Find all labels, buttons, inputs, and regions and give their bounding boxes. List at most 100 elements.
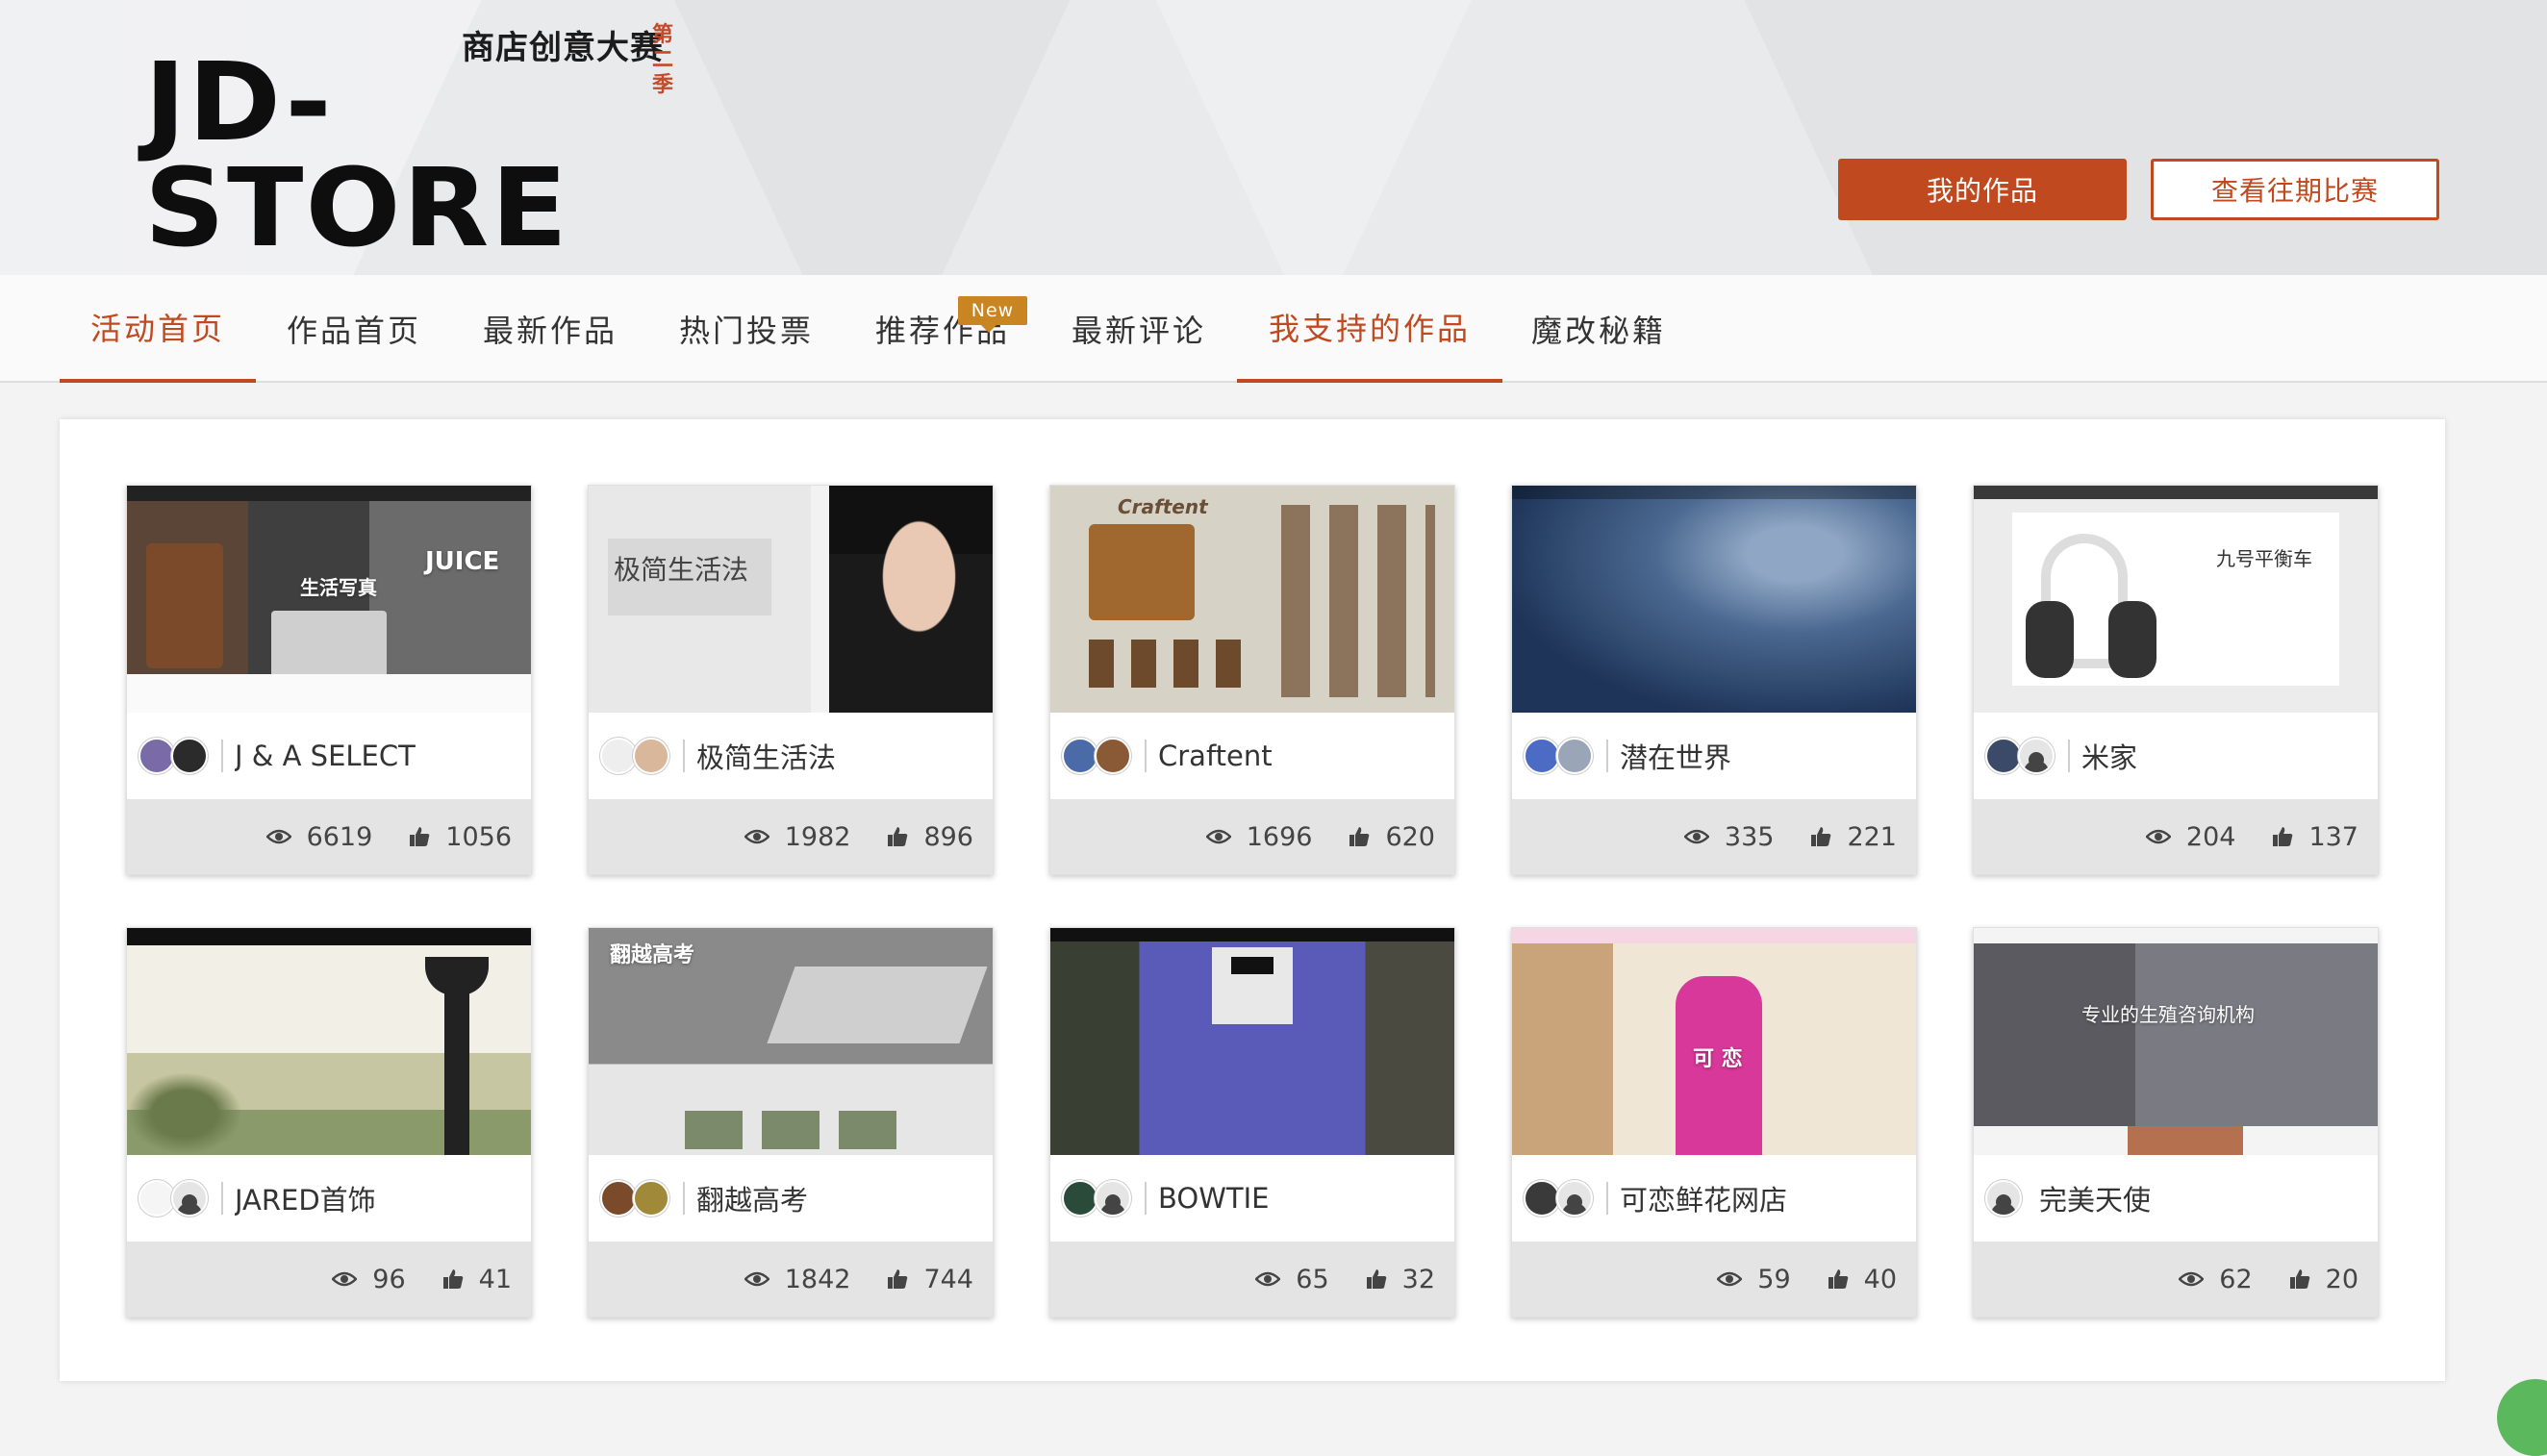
card-meta: 翻越高考 [589, 1155, 993, 1242]
like-count-value: 137 [2308, 821, 2358, 852]
avatar[interactable] [633, 738, 669, 774]
thumb-caption-2: JUICE [425, 547, 500, 576]
work-title[interactable]: 潜在世界 [1620, 736, 1731, 776]
like-count[interactable]: 137 [2272, 822, 2358, 852]
like-count[interactable]: 32 [1366, 1265, 1435, 1294]
work-thumbnail[interactable]: 翻越高考 [589, 928, 993, 1155]
work-title[interactable]: JARED首饰 [235, 1178, 376, 1218]
avatar[interactable] [600, 738, 637, 774]
card-meta: 可恋鲜花网店 [1512, 1155, 1916, 1242]
like-count[interactable]: 221 [1810, 822, 1897, 852]
work-stats: 96 41 [127, 1242, 531, 1317]
work-stats: 204 137 [1974, 799, 2378, 874]
past-contests-button[interactable]: 查看往期比赛 [2151, 159, 2439, 220]
nav-latest-comments[interactable]: 最新评论 [1052, 275, 1225, 383]
avatar[interactable] [600, 1180, 637, 1217]
avatar[interactable] [171, 738, 208, 774]
avatar[interactable] [1062, 738, 1098, 774]
eye-icon [1255, 1271, 1281, 1287]
floating-action-button[interactable] [2497, 1379, 2547, 1456]
like-count[interactable]: 1056 [409, 822, 512, 852]
thumb-caption: 生活写真 [300, 576, 377, 599]
thumbs-up-icon[interactable] [887, 1268, 908, 1290]
thumbs-up-icon[interactable] [409, 826, 430, 847]
nav-recommended[interactable]: 推荐作品 [856, 275, 1029, 383]
nav-works-home[interactable]: 作品首页 [267, 275, 441, 383]
work-title[interactable]: 米家 [2081, 736, 2137, 776]
nav-supported-works[interactable]: 我支持的作品 [1237, 275, 1502, 383]
work-title[interactable]: Craftent [1158, 740, 1273, 772]
like-count-value: 20 [2325, 1264, 2358, 1294]
nav-latest-works[interactable]: 最新作品 [464, 275, 637, 383]
thumbs-up-icon[interactable] [1349, 826, 1370, 847]
thumbs-up-icon[interactable] [887, 826, 908, 847]
avatar[interactable] [1524, 738, 1560, 774]
avatar[interactable] [1524, 1180, 1560, 1217]
thumb-caption: 可 恋 [1693, 1047, 1743, 1071]
default-avatar[interactable] [1985, 1180, 2022, 1217]
my-works-button[interactable]: 我的作品 [1838, 159, 2127, 220]
avatar[interactable] [139, 1180, 175, 1217]
eye-icon [2145, 829, 2171, 844]
default-avatar[interactable] [1095, 1180, 1131, 1217]
nav-activity-home[interactable]: 活动首页 [60, 275, 256, 383]
thumbs-up-icon[interactable] [1366, 1268, 1387, 1290]
default-avatar[interactable] [1556, 1180, 1593, 1217]
work-thumbnail[interactable] [1512, 486, 1916, 713]
avatar[interactable] [1095, 738, 1131, 774]
work-card[interactable]: 潜在世界 335 221 [1511, 485, 1917, 875]
work-card[interactable]: BOWTIE 65 32 [1049, 927, 1455, 1318]
thumbs-up-icon[interactable] [442, 1268, 464, 1290]
thumb-caption: 极简生活法 [614, 554, 749, 586]
card-meta: BOWTIE [1050, 1155, 1454, 1242]
thumbs-up-icon[interactable] [1828, 1268, 1849, 1290]
work-title[interactable]: J & A SELECT [235, 740, 416, 772]
avatar[interactable] [139, 738, 175, 774]
work-card[interactable]: Craftent Craftent 1696 620 [1049, 485, 1455, 875]
avatar[interactable] [633, 1180, 669, 1217]
work-thumbnail[interactable] [127, 928, 531, 1155]
avatar[interactable] [1985, 738, 2022, 774]
logo-wordmark: JD-STORE [144, 40, 570, 271]
like-count[interactable]: 620 [1349, 822, 1435, 852]
work-card[interactable]: 可 恋 可恋鲜花网店 59 40 [1511, 927, 1917, 1318]
thumbs-up-icon[interactable] [2289, 1268, 2310, 1290]
divider [683, 740, 685, 772]
work-thumbnail[interactable]: 专业的生殖咨询机构 [1974, 928, 2378, 1155]
work-title[interactable]: 完美天使 [2039, 1178, 2151, 1218]
avatar[interactable] [1556, 738, 1593, 774]
work-card[interactable]: JARED首饰 96 41 [126, 927, 532, 1318]
work-thumbnail[interactable]: 可 恋 [1512, 928, 1916, 1155]
nav-mod-guide[interactable]: 魔改秘籍 [1520, 275, 1677, 383]
work-card[interactable]: 生活写真 JUICE J & A SELECT 6619 1056 [126, 485, 532, 875]
work-thumbnail[interactable]: 九号平衡车 [1974, 486, 2378, 713]
nav-hot-votes[interactable]: 热门投票 [660, 275, 833, 383]
view-count: 65 [1255, 1265, 1329, 1294]
work-title[interactable]: 极简生活法 [696, 736, 836, 776]
author-avatars [139, 738, 208, 774]
work-card[interactable]: 极简生活法 极简生活法 1982 896 [588, 485, 994, 875]
thumbs-up-icon[interactable] [2272, 826, 2293, 847]
work-title[interactable]: BOWTIE [1158, 1182, 1269, 1215]
default-avatar[interactable] [171, 1180, 208, 1217]
default-avatar[interactable] [2018, 738, 2055, 774]
thumb-caption: Craftent [1118, 495, 1208, 518]
work-card[interactable]: 专业的生殖咨询机构 完美天使 62 20 [1973, 927, 2379, 1318]
jd-store-logo[interactable]: 商店创意大赛 第二季 JD-STORE [144, 21, 683, 263]
work-title[interactable]: 翻越高考 [696, 1178, 808, 1218]
like-count[interactable]: 40 [1828, 1265, 1897, 1294]
work-thumbnail[interactable]: 极简生活法 [589, 486, 993, 713]
work-title[interactable]: 可恋鲜花网店 [1620, 1178, 1787, 1218]
work-card[interactable]: 翻越高考 翻越高考 1842 744 [588, 927, 994, 1318]
work-thumbnail[interactable]: Craftent [1050, 486, 1454, 713]
avatar[interactable] [1062, 1180, 1098, 1217]
like-count[interactable]: 20 [2289, 1265, 2358, 1294]
like-count[interactable]: 744 [887, 1265, 973, 1294]
view-count: 335 [1683, 822, 1774, 852]
work-thumbnail[interactable]: 生活写真 JUICE [127, 486, 531, 713]
thumbs-up-icon[interactable] [1810, 826, 1831, 847]
like-count[interactable]: 41 [442, 1265, 512, 1294]
work-card[interactable]: 九号平衡车 米家 204 137 [1973, 485, 2379, 875]
work-thumbnail[interactable] [1050, 928, 1454, 1155]
like-count[interactable]: 896 [887, 822, 973, 852]
